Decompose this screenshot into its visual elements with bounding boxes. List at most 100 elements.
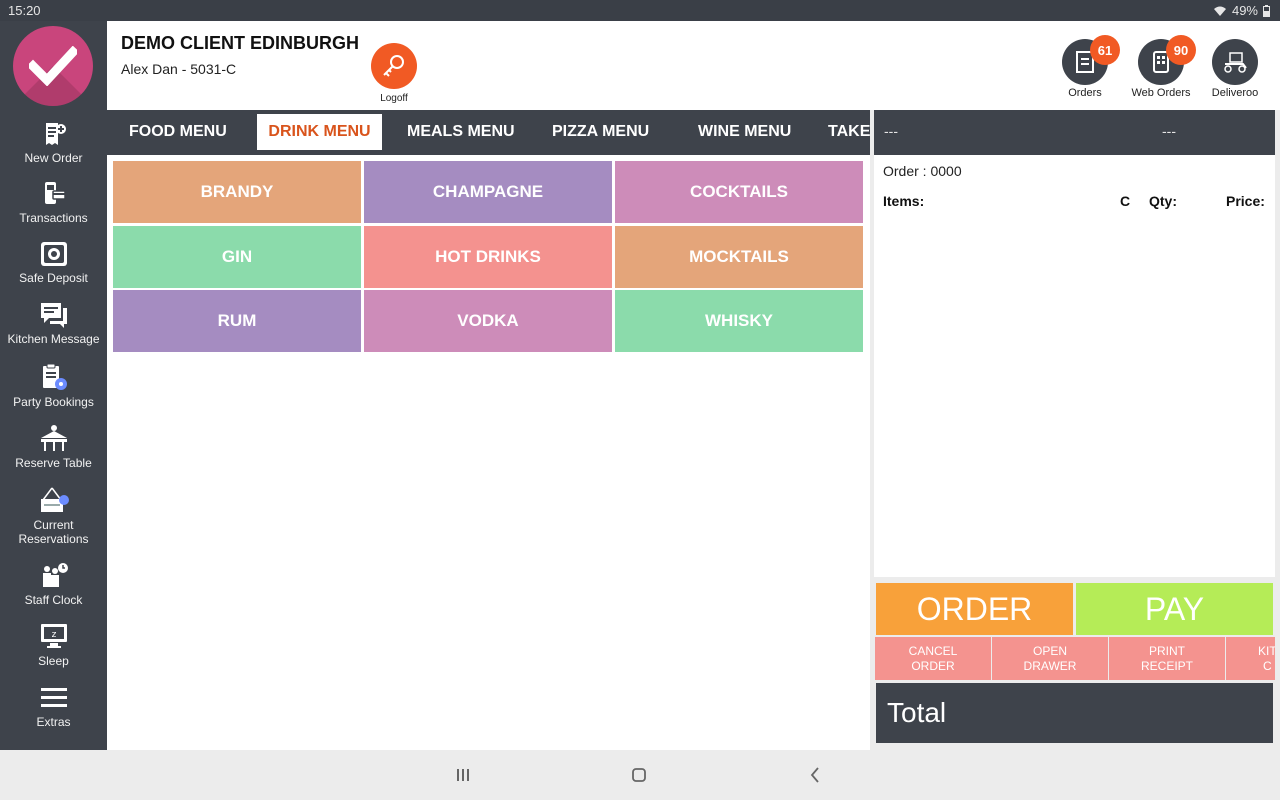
checkmark-icon xyxy=(29,46,77,86)
sidebar-item-kitchen-message[interactable]: Kitchen Message xyxy=(0,302,107,346)
column-qty: Qty: xyxy=(1149,193,1177,209)
tab-drink-menu[interactable]: DRINK MENU xyxy=(257,114,382,150)
cancel-order-label: CANCEL ORDER xyxy=(908,643,958,673)
sidebar-item-current-reservations[interactable]: Current Reservations xyxy=(0,486,107,546)
sidebar-item-transactions[interactable]: Transactions xyxy=(0,181,107,225)
order-header-left: --- xyxy=(884,123,898,139)
order-panel: Order : 0000 Items: C Qty: Price: xyxy=(874,155,1275,577)
key-icon xyxy=(383,55,404,77)
category-gin[interactable]: GIN xyxy=(113,226,361,288)
sidebar-item-label: Safe Deposit xyxy=(19,271,88,285)
sidebar-item-label: Staff Clock xyxy=(24,593,83,607)
receipt-plus-icon xyxy=(45,123,66,145)
status-time: 15:20 xyxy=(8,3,41,18)
kitchen-label: KIT C xyxy=(1258,643,1275,673)
total-bar: Total xyxy=(876,683,1273,743)
category-brandy[interactable]: BRANDY xyxy=(113,161,361,223)
tab-wine-menu[interactable]: WINE MENU xyxy=(688,114,801,150)
tab-meals-menu[interactable]: MEALS MENU xyxy=(397,114,525,150)
card-terminal-icon xyxy=(44,182,66,204)
orders-badge: 61 xyxy=(1090,35,1120,65)
table-icon xyxy=(40,425,67,451)
column-items: Items: xyxy=(883,193,925,209)
category-grid: BRANDY CHAMPAGNE COCKTAILS GIN HOT DRINK… xyxy=(107,155,870,750)
logoff-label: Logoff xyxy=(380,93,408,104)
kitchen-button[interactable]: KIT C xyxy=(1226,637,1275,680)
back-icon[interactable] xyxy=(807,765,823,785)
sidebar-item-safe-deposit[interactable]: Safe Deposit xyxy=(0,241,107,285)
web-orders-badge: 90 xyxy=(1166,35,1196,65)
staff-clock-icon xyxy=(42,563,68,587)
open-drawer-button[interactable]: OPEN DRAWER xyxy=(992,637,1108,680)
status-right: 49% xyxy=(1213,3,1270,18)
monitor-sleep-icon: z xyxy=(40,624,67,648)
order-panel-header: --- --- xyxy=(874,110,1275,155)
cancel-order-button[interactable]: CANCEL ORDER xyxy=(875,637,991,680)
clipboard-icon xyxy=(42,363,67,390)
deliveroo-circle xyxy=(1212,39,1258,85)
sidebar-item-sleep[interactable]: z Sleep xyxy=(0,622,107,668)
safe-icon xyxy=(40,242,67,266)
battery-percent: 49% xyxy=(1231,3,1258,18)
category-whisky[interactable]: WHISKY xyxy=(615,290,863,352)
orders-circle: 61 xyxy=(1062,35,1120,85)
sidebar-item-extras[interactable]: Extras xyxy=(0,685,107,729)
reservation-sign-icon xyxy=(40,487,69,512)
sidebar-item-label: New Order xyxy=(24,151,83,165)
chat-icon xyxy=(40,303,67,328)
sidebar-item-party-bookings[interactable]: Party Bookings xyxy=(0,363,107,409)
sidebar-item-label: Sleep xyxy=(38,654,69,668)
web-orders-circle: 90 xyxy=(1138,35,1196,85)
header: DEMO CLIENT EDINBURGH Alex Dan - 5031-C … xyxy=(107,21,1280,110)
category-vodka[interactable]: VODKA xyxy=(364,290,612,352)
pay-button[interactable]: PAY xyxy=(1076,583,1273,635)
sidebar-item-label: Reserve Table xyxy=(15,456,92,470)
logoff-button[interactable]: Logoff xyxy=(371,43,417,104)
web-orders-label: Web Orders xyxy=(1131,87,1191,99)
web-orders-button[interactable]: 90 Web Orders xyxy=(1126,35,1196,99)
deliveroo-button[interactable]: Deliveroo xyxy=(1200,39,1270,99)
sidebar-item-reserve-table[interactable]: Reserve Table xyxy=(0,424,107,470)
sidebar: New Order Transactions Safe Deposit Kitc… xyxy=(0,21,107,750)
category-rum[interactable]: RUM xyxy=(113,290,361,352)
print-receipt-label: PRINT RECEIPT xyxy=(1140,643,1193,673)
deliveroo-label: Deliveroo xyxy=(1211,87,1259,99)
system-nav-bar xyxy=(0,750,1280,800)
tab-food-menu[interactable]: FOOD MENU xyxy=(119,114,237,150)
category-hot-drinks[interactable]: HOT DRINKS xyxy=(364,226,612,288)
tab-pizza-menu[interactable]: PIZZA MENU xyxy=(542,114,659,150)
print-receipt-button[interactable]: PRINT RECEIPT xyxy=(1109,637,1225,680)
column-c: C xyxy=(1120,193,1131,209)
orders-button[interactable]: 61 Orders xyxy=(1050,35,1120,99)
client-name: DEMO CLIENT EDINBURGH xyxy=(121,33,359,53)
wifi-icon xyxy=(1213,6,1226,16)
tab-take[interactable]: TAKE xyxy=(818,114,870,150)
column-price: Price: xyxy=(1226,193,1265,209)
user-info: Alex Dan - 5031-C xyxy=(121,61,237,77)
hamburger-menu-icon xyxy=(40,688,67,707)
menu-tabs: FOOD MENU DRINK MENU MEALS MENU PIZZA ME… xyxy=(107,110,870,155)
sidebar-item-label: Kitchen Message xyxy=(7,332,100,346)
status-bar: 15:20 49% xyxy=(0,0,1280,21)
order-number: Order : 0000 xyxy=(883,163,962,179)
battery-icon xyxy=(1263,4,1270,17)
svg-text:z: z xyxy=(51,630,56,640)
app-logo[interactable] xyxy=(13,26,93,106)
sidebar-item-staff-clock[interactable]: Staff Clock xyxy=(0,561,107,607)
sidebar-item-new-order[interactable]: New Order xyxy=(0,121,107,165)
delivery-scooter-icon xyxy=(1224,52,1247,73)
sidebar-item-label: Transactions xyxy=(19,211,88,225)
recent-apps-icon[interactable] xyxy=(455,765,471,785)
category-champagne[interactable]: CHAMPAGNE xyxy=(364,161,612,223)
category-cocktails[interactable]: COCKTAILS xyxy=(615,161,863,223)
sidebar-item-label: Current Reservations xyxy=(18,518,89,546)
home-icon[interactable] xyxy=(630,765,648,785)
orders-label: Orders xyxy=(1068,87,1102,99)
logoff-circle xyxy=(371,43,417,89)
order-button[interactable]: ORDER xyxy=(876,583,1073,635)
open-drawer-label: OPEN DRAWER xyxy=(1023,643,1077,673)
sidebar-item-label: Extras xyxy=(36,715,71,729)
order-header-right: --- xyxy=(1162,123,1176,139)
sidebar-item-label: Party Bookings xyxy=(13,395,94,409)
category-mocktails[interactable]: MOCKTAILS xyxy=(615,226,863,288)
